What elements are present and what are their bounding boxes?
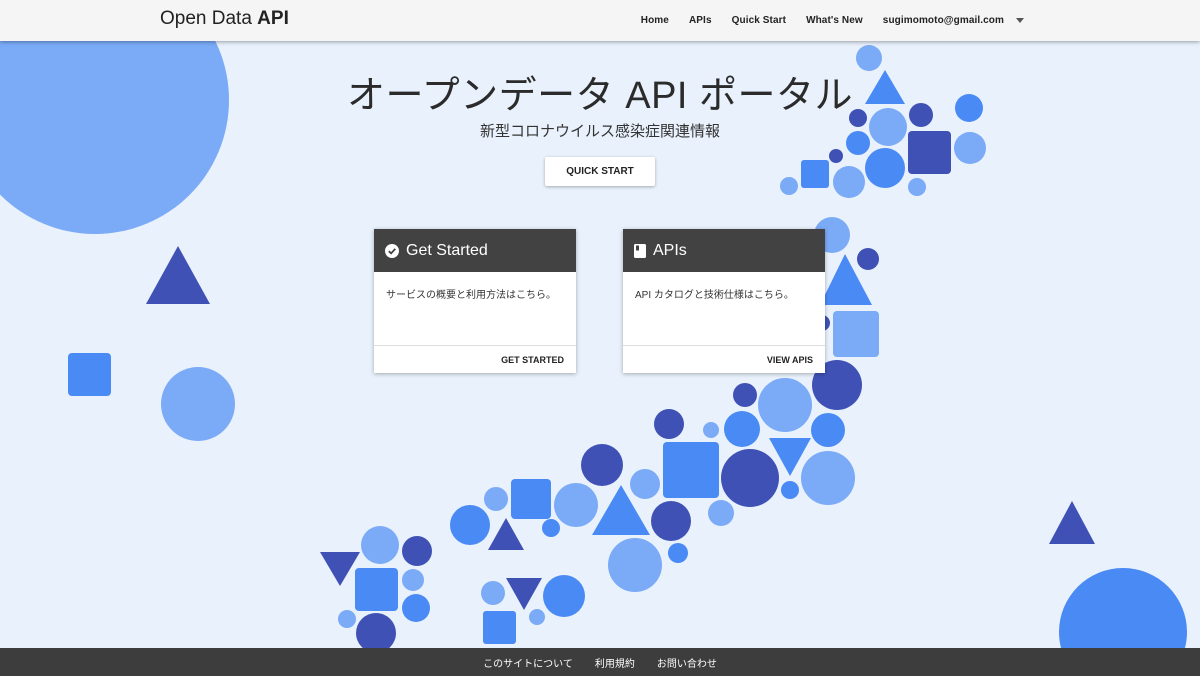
deco-circle [668,543,688,563]
deco-circle [758,378,812,432]
card-header: Get Started [374,229,576,272]
apis-card: APIs API カタログと技術仕様はこちら。 VIEW APIS [623,229,825,373]
deco-circle [608,538,662,592]
nav-apis[interactable]: APIs [679,15,722,26]
deco-circle [724,411,760,447]
page-title: オープンデータ API ポータル [346,75,854,117]
brand-prefix: Open Data [160,8,258,29]
deco-circle [161,367,235,441]
footer-link-contact[interactable]: お問い合わせ [657,655,717,670]
deco-square [483,611,516,644]
deco-circle [402,536,432,566]
deco-circle [356,613,396,653]
quick-start-button[interactable]: QUICK START [545,157,655,186]
card-header: APIs [623,229,825,272]
deco-triangle [1049,501,1095,544]
nav-quick-start[interactable]: Quick Start [722,15,796,26]
account-email: sugimomoto@gmail.com [882,15,1004,26]
account-menu[interactable]: sugimomoto@gmail.com [873,15,1034,26]
deco-triangle [146,246,210,304]
deco-circle [542,519,560,537]
card-title: Get Started [406,241,488,259]
deco-circle [484,487,508,511]
book-icon [634,243,646,258]
card-actions: GET STARTED [374,345,576,374]
deco-circle [811,413,845,447]
deco-square [833,311,879,357]
deco-circle [833,166,865,198]
deco-circle [402,594,430,622]
site-footer: このサイトについて 利用規約 お問い合わせ [0,648,1200,676]
card-actions: VIEW APIS [623,345,825,374]
deco-circle [543,575,585,617]
get-started-link[interactable]: GET STARTED [501,355,564,365]
deco-circle [708,500,734,526]
deco-circle [733,383,757,407]
nav-home[interactable]: Home [631,15,679,26]
deco-circle [780,177,798,195]
deco-circle [402,569,424,591]
deco-circle [865,148,905,188]
card-description: サービスの概要と利用方法はこちら。 [386,290,556,301]
deco-triangle [506,578,542,610]
deco-circle [829,149,843,163]
card-title: APIs [653,241,687,259]
deco-circle [857,248,879,270]
deco-circle [651,501,691,541]
deco-circle [481,581,505,605]
deco-circle [581,444,623,486]
brand-logo[interactable]: Open Data API [160,8,289,30]
check-circle-icon [385,243,399,258]
deco-circle [450,505,490,545]
deco-circle [361,526,399,564]
deco-square [355,568,398,611]
deco-circle [703,422,719,438]
deco-circle [801,451,855,505]
deco-square [663,442,719,498]
deco-square [68,353,111,396]
brand-bold: API [257,8,289,29]
deco-circle [908,178,926,196]
chevron-down-icon [1016,18,1024,23]
deco-circle [721,449,779,507]
top-navbar: Open Data API Home APIs Quick Start What… [0,0,1200,41]
get-started-card: Get Started サービスの概要と利用方法はこちら。 GET STARTE… [374,229,576,373]
deco-circle [338,610,356,628]
deco-circle [630,469,660,499]
card-description: API カタログと技術仕様はこちら。 [635,290,794,301]
nav-whats-new[interactable]: What's New [796,15,873,26]
deco-triangle [488,518,524,550]
deco-circle [781,481,799,499]
view-apis-link[interactable]: VIEW APIS [767,355,813,365]
deco-circle [654,409,684,439]
deco-square [511,479,551,519]
footer-link-terms[interactable]: 利用規約 [595,655,635,670]
deco-triangle [320,552,360,586]
deco-circle [554,483,598,527]
footer-link-about[interactable]: このサイトについて [483,655,573,670]
deco-square [801,160,829,188]
deco-circle [529,609,545,625]
main-nav: Home APIs Quick Start What's New sugimom… [631,0,1034,41]
page-subtitle: 新型コロナウイルス感染症関連情報 [479,123,720,140]
